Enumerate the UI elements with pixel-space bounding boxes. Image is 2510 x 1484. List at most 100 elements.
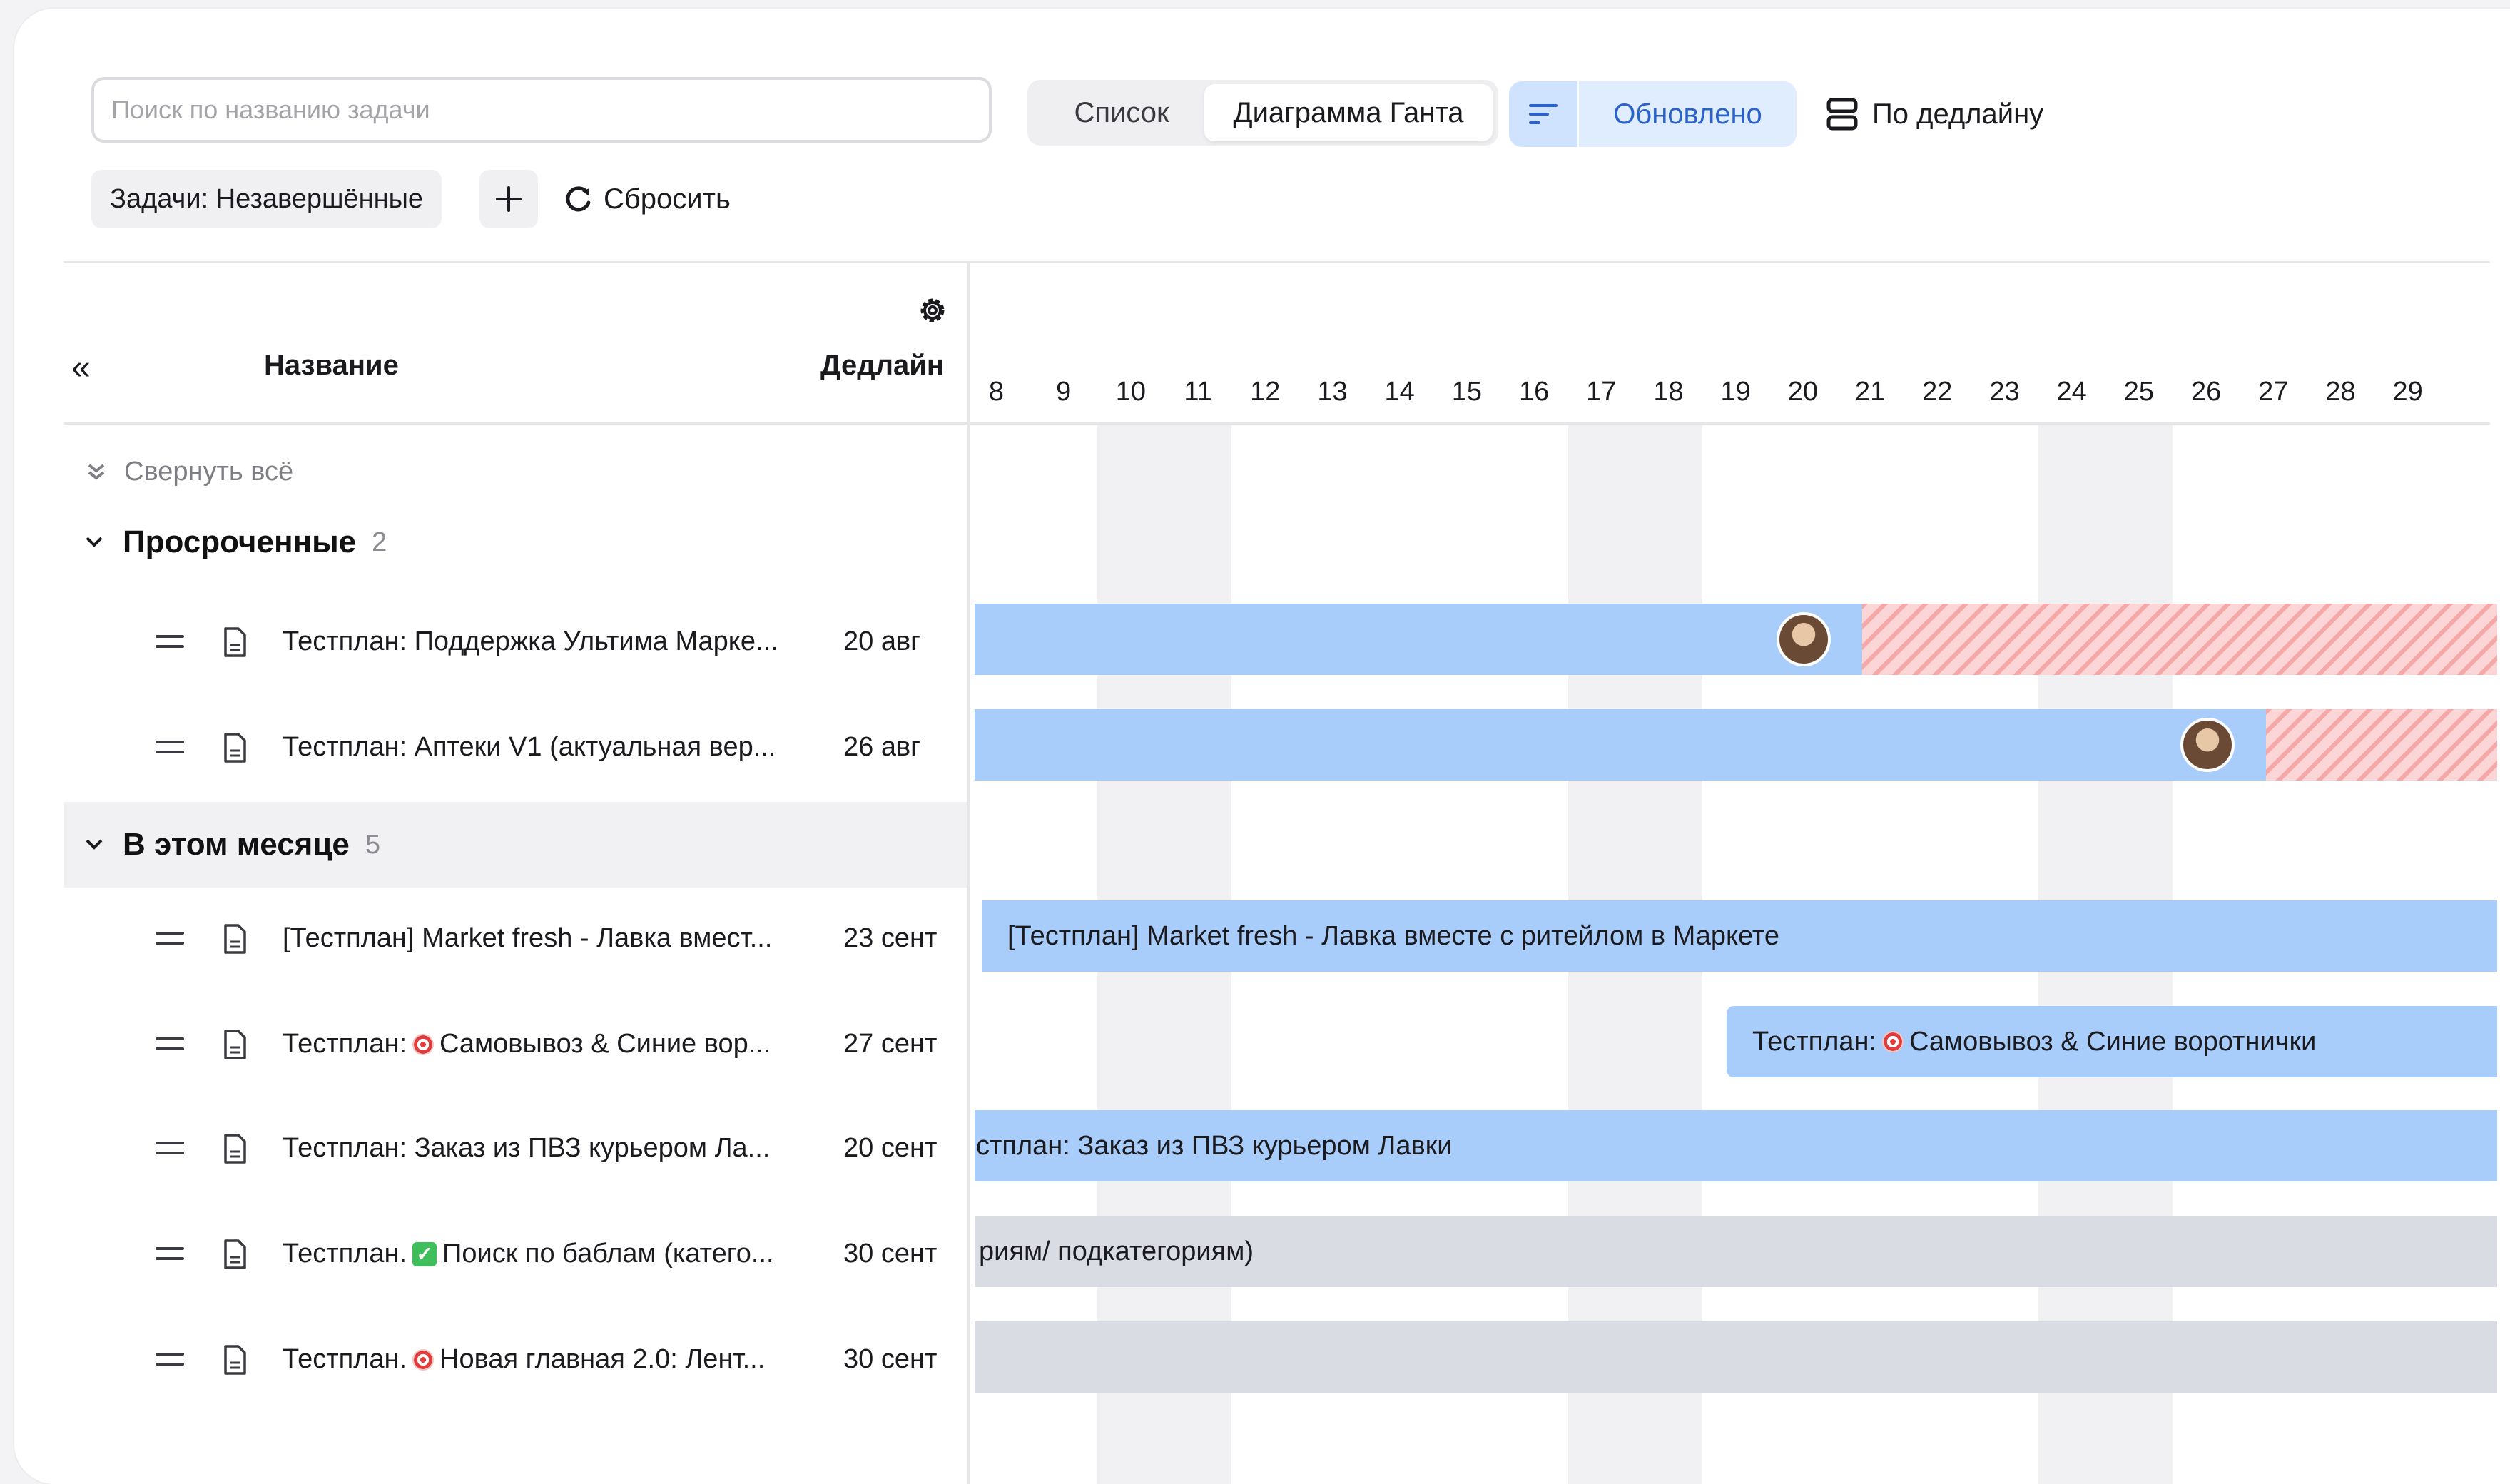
task-row[interactable]: Тестплан: Аптеки V1 (актуальная вер... 26… [64, 705, 967, 791]
task-title[interactable]: Тестплан: Заказ из ПВЗ курьером Ла... [283, 1133, 770, 1164]
gantt-bar-prefix: Тестплан: [1752, 1026, 1877, 1057]
reset-icon [566, 186, 591, 212]
collapse-all-button[interactable]: Свернуть всё [86, 457, 293, 487]
gantt-bar-label: стплан: Заказ из ПВЗ курьером Лавки [976, 1130, 1453, 1161]
task-title[interactable]: Тестплан: Аптеки V1 (актуальная вер... [283, 732, 776, 763]
day-label: 12 [1250, 377, 1281, 407]
group-header[interactable]: В этом месяце 5 [64, 802, 967, 888]
day-label: 19 [1720, 377, 1751, 407]
reset-button[interactable]: Сбросить [564, 170, 731, 228]
filter-chip[interactable]: Задачи: Незавершённые [91, 170, 442, 228]
task-title-text: Тестплан: Заказ из ПВЗ курьером Ла... [283, 1133, 771, 1163]
deadline-sort-label: По дедлайну [1872, 98, 2044, 130]
app-card: Список Диаграмма Ганта Обновлено По дедл… [14, 9, 2510, 1484]
document-icon [224, 1239, 246, 1269]
task-title[interactable]: Тестплан: Самовывоз & Синие вор... [283, 1029, 771, 1059]
column-header-deadline[interactable]: Дедлайн [820, 350, 944, 382]
drag-handle-icon[interactable] [156, 1142, 184, 1162]
gantt-bar[interactable]: [Тестплан] Market fresh - Лавка вместе с… [982, 900, 2497, 972]
task-title-text: [Тестплан] Market fresh - Лавка вмест... [283, 923, 773, 953]
gear-icon [920, 298, 945, 322]
task-row[interactable]: Тестплан: Заказ из ПВЗ курьером Ла... 20 … [64, 1106, 967, 1191]
collapse-panel-button[interactable]: « [71, 348, 91, 387]
gantt-bar-label: Самовывоз & Синие воротнички [1909, 1026, 2317, 1057]
drag-handle-icon[interactable] [156, 932, 184, 952]
day-label: 26 [2190, 377, 2222, 407]
task-title[interactable]: [Тестплан] Market fresh - Лавка вмест... [283, 923, 772, 954]
day-label: 13 [1317, 377, 1348, 407]
assignee-avatar[interactable] [1777, 612, 1831, 666]
drag-handle-icon[interactable] [156, 741, 184, 761]
day-label: 28 [2325, 377, 2356, 407]
assignee-avatar[interactable] [2180, 718, 2235, 772]
sort-updated-button[interactable]: Обновлено [1579, 81, 1797, 147]
task-row[interactable]: Тестплан: Самовывоз & Синие вор... 27 сент [64, 1002, 967, 1087]
target-emoji-icon [412, 1348, 435, 1371]
document-icon [224, 924, 246, 954]
check-emoji-icon: ✓ [412, 1241, 437, 1266]
day-label: 23 [1989, 377, 2020, 407]
task-row[interactable]: Тестплан. Новая главная 2.0: Лент... 30 се… [64, 1317, 967, 1403]
task-row[interactable]: [Тестплан] Market fresh - Лавка вмест...… [64, 896, 967, 982]
view-list-tab[interactable]: Список [1036, 84, 1207, 141]
group-title: Просроченные [123, 524, 357, 559]
gantt-bar-text: риям/ подкатегориям) [979, 1236, 1254, 1267]
group-count: 2 [372, 527, 387, 557]
task-title[interactable]: Тестплан: Поддержка Ультима Марке... [283, 626, 778, 657]
overdue-hatch [2266, 709, 2497, 781]
gantt-bar[interactable]: риям/ подкатегориям) [975, 1216, 2497, 1287]
sort-icon [1529, 104, 1558, 124]
task-row[interactable]: Тестплан. ✓ Поиск по баблам (катего... 30 с… [64, 1211, 967, 1297]
target-emoji-icon [412, 1033, 435, 1055]
gantt-bar[interactable] [975, 1321, 2497, 1393]
task-title[interactable]: Тестплан. Новая главная 2.0: Лент... [283, 1344, 765, 1375]
day-label: 17 [1586, 377, 1617, 407]
day-label: 24 [2056, 377, 2087, 407]
task-row[interactable]: Тестплан: Поддержка Ультима Марке... 20 а… [64, 599, 967, 685]
day-label: 15 [1451, 377, 1483, 407]
settings-button[interactable] [915, 293, 950, 332]
column-header-name[interactable]: Название [264, 350, 399, 382]
overdue-hatch [1862, 604, 2497, 675]
task-title-text: Тестплан: Аптеки V1 (актуальная вер... [283, 732, 776, 762]
gantt-bar[interactable]: Тестплан: Самовывоз & Синие воротнички [1727, 1006, 2497, 1077]
drag-handle-icon[interactable] [156, 1353, 184, 1373]
chevron-down-icon [86, 839, 103, 850]
task-deadline: 30 сент [843, 1239, 938, 1269]
group-header[interactable]: Просроченные 2 [64, 499, 967, 585]
document-icon [224, 1134, 246, 1164]
gantt-bar[interactable]: стплан: Заказ из ПВЗ курьером Лавки [975, 1110, 2497, 1181]
deadline-sort-button[interactable]: По дедлайну [1826, 81, 2043, 147]
task-deadline: 20 авг [843, 626, 921, 656]
day-label: 18 [1653, 377, 1684, 407]
search-input[interactable] [91, 77, 992, 143]
drag-handle-icon[interactable] [156, 1247, 184, 1267]
drag-handle-icon[interactable] [156, 1037, 184, 1057]
view-gantt-tab[interactable]: Диаграмма Ганта [1204, 84, 1493, 141]
add-filter-button[interactable] [479, 170, 538, 228]
day-label: 25 [2123, 377, 2155, 407]
header-bottom-divider [64, 422, 2490, 425]
gantt-bar-text: Тестплан: Самовывоз & Синие воротнички [1752, 1027, 2316, 1057]
task-deadline: 26 авг [843, 732, 921, 762]
chevron-down-icon [86, 537, 103, 547]
gantt-bar-text: [Тестплан] Market fresh - Лавка вместе с… [1007, 921, 1779, 952]
day-label: 21 [1854, 377, 1886, 407]
document-icon [224, 627, 246, 657]
plus-icon [496, 186, 522, 212]
day-label: 11 [1184, 377, 1212, 407]
day-label: 29 [2392, 377, 2423, 407]
task-title[interactable]: Тестплан. ✓ Поиск по баблам (катего... [283, 1239, 774, 1269]
group-title: В этом месяце [123, 827, 350, 862]
double-chevron-icon [88, 463, 105, 480]
task-deadline: 20 сент [843, 1133, 938, 1163]
day-label: 20 [1787, 377, 1819, 407]
sort-direction-button[interactable] [1509, 81, 1577, 147]
task-title-text: Тестплан: Поддержка Ультима Марке... [283, 626, 778, 656]
drag-handle-icon[interactable] [156, 635, 184, 655]
group-count: 5 [365, 829, 381, 860]
document-icon [224, 733, 246, 763]
day-label: 27 [2258, 377, 2289, 407]
day-label: 14 [1384, 377, 1415, 407]
gantt-bar-label: [Тестплан] Market fresh - Лавка вместе с… [1007, 920, 1779, 951]
